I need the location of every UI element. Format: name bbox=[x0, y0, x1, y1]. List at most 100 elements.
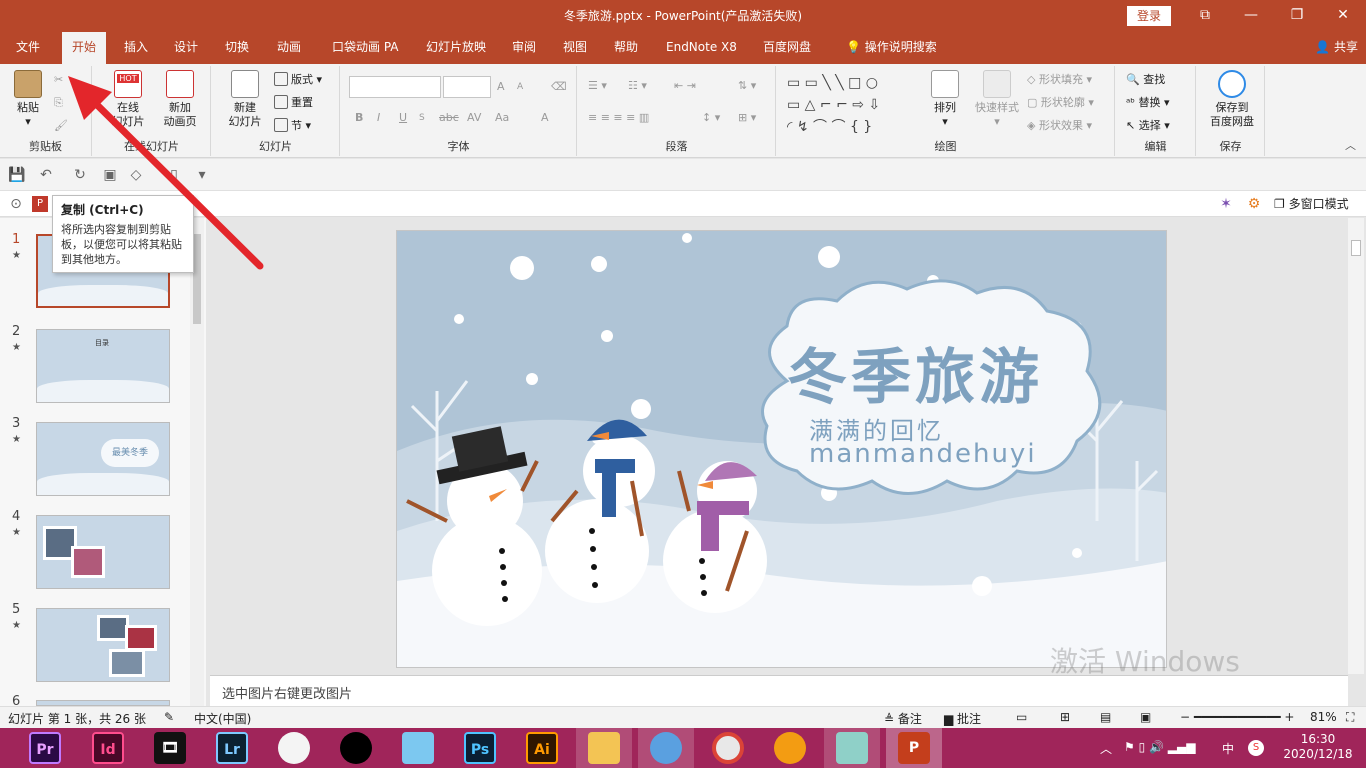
shapes-gallery[interactable]: ▭ ▭ ╲ ╲ □ ○ ▭ △ ⌐ ⌐ ⇨ ⇩ ◜ ↯ ⌒ ⌒ { } bbox=[787, 72, 907, 135]
reading-view-icon[interactable]: ▤ bbox=[1100, 710, 1111, 724]
save-icon[interactable]: 💾 bbox=[8, 167, 25, 183]
line-spacing-icon[interactable]: ↕ ▾ bbox=[702, 108, 720, 128]
tab-view[interactable]: 视图 bbox=[553, 32, 597, 64]
file-explorer-icon[interactable] bbox=[588, 732, 620, 764]
qq-icon[interactable] bbox=[340, 732, 372, 764]
customize-qat-icon[interactable]: ▾ bbox=[194, 167, 210, 183]
tab-slideshow[interactable]: 幻灯片放映 bbox=[416, 32, 496, 64]
share-button[interactable]: 👤 共享 bbox=[1315, 32, 1358, 64]
numbering-icon[interactable]: ☷ ▾ bbox=[628, 76, 647, 96]
thumbnails-scrollbar[interactable] bbox=[190, 218, 204, 706]
bold-button[interactable]: B bbox=[355, 108, 363, 128]
font-size-combo[interactable] bbox=[443, 76, 491, 98]
minimize-button[interactable]: — bbox=[1228, 0, 1274, 32]
comments-button[interactable]: ▆ 批注 bbox=[944, 710, 981, 727]
multi-window-mode-button[interactable]: ❐ 多窗口模式 bbox=[1274, 195, 1349, 212]
maximize-button[interactable]: ❐ bbox=[1274, 0, 1320, 32]
text-direction-icon[interactable]: ⇅ ▾ bbox=[738, 76, 756, 96]
new-slide-button[interactable]: 新建 幻灯片 bbox=[220, 70, 270, 129]
replace-button[interactable]: ᵃᵇ 替换 ▾ bbox=[1126, 93, 1170, 113]
bullets-icon[interactable]: ☰ ▾ bbox=[588, 76, 607, 96]
start-from-beginning-icon[interactable]: ▣ bbox=[102, 167, 118, 183]
slide-pinyin[interactable]: manmandehuyi bbox=[809, 439, 1037, 469]
section-button[interactable]: 节 ▾ bbox=[274, 116, 311, 136]
slide-thumbnail-4[interactable] bbox=[36, 515, 170, 589]
tray-icons[interactable]: ⚑ ▯ 🔊 ▂▄▆ bbox=[1124, 740, 1195, 754]
undo-icon[interactable]: ↶ bbox=[38, 167, 54, 183]
slide-thumbnail-3[interactable]: 最美冬季 bbox=[36, 422, 170, 496]
select-button[interactable]: ↖ 选择 ▾ bbox=[1126, 116, 1170, 136]
grow-font-icon[interactable]: A bbox=[497, 77, 505, 97]
save-to-baidu-button[interactable]: 保存到 百度网盘 bbox=[1201, 70, 1263, 129]
underline-button[interactable]: U bbox=[399, 108, 407, 128]
italic-button[interactable]: I bbox=[377, 108, 380, 128]
magic-icon[interactable]: ✶ bbox=[1218, 196, 1234, 212]
editor-scrollbar[interactable] bbox=[1348, 218, 1364, 674]
clear-format-icon[interactable]: ⌫ bbox=[551, 77, 567, 97]
browser-app-icon[interactable] bbox=[650, 732, 682, 764]
shadow-button[interactable]: S bbox=[419, 108, 425, 128]
font-color-button[interactable]: A bbox=[541, 108, 549, 128]
notes-button[interactable]: ≜ 备注 bbox=[884, 710, 922, 727]
shrink-font-icon[interactable]: A bbox=[517, 77, 523, 97]
powerpoint-icon[interactable]: P bbox=[32, 196, 48, 212]
shapes-icon[interactable]: ◇ bbox=[128, 167, 144, 183]
indent-icon[interactable]: ⇤ ⇥ bbox=[674, 76, 696, 96]
ime-indicator[interactable]: 中 bbox=[1222, 740, 1234, 757]
language-indicator[interactable]: 中文(中国) bbox=[194, 710, 251, 727]
tab-home[interactable]: 开始 bbox=[62, 32, 107, 64]
video-editor-icon[interactable]: 🎞 bbox=[154, 732, 186, 764]
font-name-combo[interactable] bbox=[349, 76, 441, 98]
slide-title[interactable]: 冬季旅游 bbox=[787, 329, 1043, 416]
illustrator-icon[interactable]: Ai bbox=[526, 732, 558, 764]
arrange-button[interactable]: 排列 ▾ bbox=[925, 70, 965, 129]
slide-thumbnail-5[interactable] bbox=[36, 608, 170, 682]
fit-slide-icon[interactable]: ⛶ bbox=[1346, 710, 1354, 725]
cut-icon[interactable]: ✂ bbox=[54, 70, 63, 90]
new-file-icon[interactable]: ▯ bbox=[166, 167, 182, 183]
spell-check-icon[interactable]: ✎ bbox=[164, 710, 174, 724]
shape-fill-button[interactable]: ◇ 形状填充 ▾ bbox=[1027, 70, 1092, 90]
strikethrough-button[interactable]: abc bbox=[439, 108, 459, 128]
shape-effects-button[interactable]: ◈ 形状效果 ▾ bbox=[1027, 116, 1092, 136]
notepad-icon[interactable] bbox=[836, 732, 868, 764]
layout-button[interactable]: 版式 ▾ bbox=[274, 70, 322, 90]
find-button[interactable]: 🔍 查找 bbox=[1126, 70, 1165, 90]
tray-expand-icon[interactable]: ︿ bbox=[1100, 740, 1112, 757]
char-spacing-button[interactable]: AV bbox=[467, 108, 481, 128]
paste-button[interactable]: 粘贴 ▾ bbox=[8, 70, 48, 129]
tab-transitions[interactable]: 切换 bbox=[215, 32, 259, 64]
login-button[interactable]: 登录 bbox=[1127, 6, 1171, 26]
premiere-icon[interactable]: Pr bbox=[29, 732, 61, 764]
format-painter-icon[interactable]: 🖌 bbox=[54, 116, 68, 136]
change-case-button[interactable]: Aa bbox=[495, 108, 509, 128]
tab-baidu-netdisk[interactable]: 百度网盘 bbox=[753, 32, 821, 64]
tab-animations[interactable]: 动画 bbox=[267, 32, 311, 64]
sorter-view-icon[interactable]: ⊞ bbox=[1060, 710, 1070, 724]
powerpoint-taskbar-icon[interactable]: P bbox=[898, 732, 930, 764]
photoshop-icon[interactable]: Ps bbox=[464, 732, 496, 764]
ribbon-display-icon[interactable]: ⧉ bbox=[1182, 0, 1228, 32]
system-clock[interactable]: 16:30 2020/12/18 bbox=[1276, 732, 1360, 762]
add-animation-page-button[interactable]: 新加 动画页 bbox=[153, 70, 207, 129]
tab-insert[interactable]: 插入 bbox=[114, 32, 158, 64]
indesign-icon[interactable]: Id bbox=[92, 732, 124, 764]
align-buttons[interactable]: ≡ ≡ ≡ ≡ ▥ bbox=[588, 108, 649, 128]
current-slide[interactable]: 冬季旅游 满满的回忆 manmandehuyi bbox=[396, 230, 1167, 668]
tell-me-search[interactable]: 💡 操作说明搜索 bbox=[836, 32, 947, 64]
collapse-ribbon-icon[interactable]: ︿ bbox=[1345, 137, 1356, 153]
online-slide-button[interactable]: HOT 在线 幻灯片 bbox=[103, 70, 153, 129]
quick-styles-button[interactable]: 快速样式 ▾ bbox=[969, 70, 1025, 129]
outline-view-icon[interactable]: ⊙ bbox=[8, 196, 24, 212]
redo-icon[interactable]: ↻ bbox=[72, 167, 88, 183]
media-player-icon[interactable] bbox=[278, 732, 310, 764]
zoom-level[interactable]: 81% bbox=[1310, 710, 1337, 724]
normal-view-icon[interactable]: ▭ bbox=[1016, 710, 1027, 724]
chat-app-icon[interactable] bbox=[402, 732, 434, 764]
tab-design[interactable]: 设计 bbox=[164, 32, 208, 64]
close-button[interactable]: ✕ bbox=[1320, 0, 1366, 32]
reset-button[interactable]: 重置 bbox=[274, 93, 313, 113]
tab-help[interactable]: 帮助 bbox=[604, 32, 648, 64]
tab-review[interactable]: 审阅 bbox=[502, 32, 546, 64]
app-orange-icon[interactable] bbox=[774, 732, 806, 764]
